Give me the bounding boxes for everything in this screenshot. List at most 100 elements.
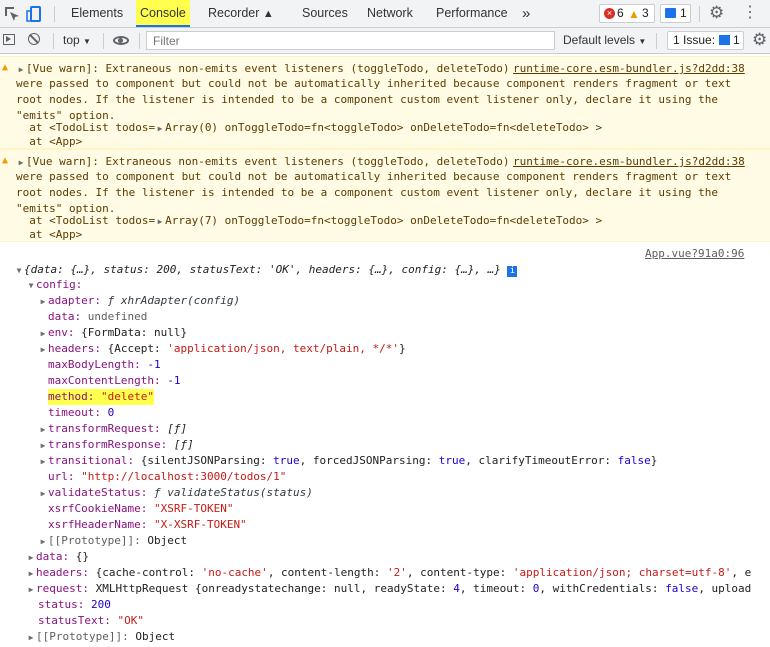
log-levels-dropdown[interactable]: Default levels ▼ xyxy=(563,33,646,47)
more-tabs-button[interactable]: » xyxy=(522,0,530,27)
component-trace-root: at <App> xyxy=(16,135,83,148)
expand-triangle-icon[interactable]: ▶ xyxy=(155,121,165,137)
dropdown-arrow-icon: ▼ xyxy=(638,37,647,46)
property-xsrfcookiename: xsrfCookieName: "XSRF-TOKEN" xyxy=(48,501,233,517)
console-settings-gear-icon[interactable]: ⚙ xyxy=(752,30,767,50)
toolbar-divider xyxy=(53,33,54,49)
property-response-data[interactable]: ▶ data: {} xyxy=(26,549,89,566)
property-validatestatus[interactable]: ▶ validateStatus: ƒ validateStatus(status… xyxy=(38,485,313,502)
expand-triangle-icon[interactable]: ▶ xyxy=(38,486,48,502)
expand-triangle-icon[interactable]: ▶ xyxy=(155,214,165,230)
property-response-headers[interactable]: ▶ headers: {cache-control: 'no-cache', co… xyxy=(26,565,752,582)
expand-triangle-icon[interactable]: ▶ xyxy=(38,534,48,550)
property-maxcontentlength: maxContentLength: -1 xyxy=(48,373,180,389)
tab-network[interactable]: Network xyxy=(367,0,413,27)
property-headers[interactable]: ▶ headers: {Accept: 'application/json, te… xyxy=(38,341,406,358)
info-icon[interactable]: i xyxy=(507,266,518,277)
tab-elements[interactable]: Elements xyxy=(71,0,123,27)
warning-icon: ▲ xyxy=(2,155,9,166)
property-adapter[interactable]: ▶ adapter: ƒ xhrAdapter(config) xyxy=(38,293,240,310)
property-config[interactable]: ▼ config: xyxy=(26,277,83,294)
source-link[interactable]: runtime-core.esm-bundler.js?d2dd:38 xyxy=(513,61,745,76)
property-key: statusText: xyxy=(38,614,111,627)
warning-count: 3 xyxy=(642,6,649,20)
expand-triangle-icon[interactable]: ▶ xyxy=(26,550,36,566)
expand-triangle-icon[interactable]: ▶ xyxy=(38,438,48,454)
property-value: ƒ xhrAdapter(config) xyxy=(107,294,241,307)
toolbar-divider-4 xyxy=(656,33,657,49)
property-request[interactable]: ▶ request: XMLHttpRequest {onreadystatech… xyxy=(26,581,752,598)
tab-recorder[interactable]: Recorder ▲ xyxy=(208,0,274,27)
console-warning: ▲ ▶ [Vue warn]: Extraneous non-emits even… xyxy=(0,56,770,149)
property-value: , timeout: xyxy=(459,582,533,595)
tab-console[interactable]: Console xyxy=(136,0,190,27)
property-transitional[interactable]: ▶ transitional: {silentJSONParsing: true,… xyxy=(38,453,658,470)
trace-array[interactable]: Array(0) xyxy=(165,121,218,134)
property-value-number: 4 xyxy=(453,582,460,595)
tab-performance[interactable]: Performance xyxy=(436,0,508,27)
message-icon xyxy=(665,8,676,18)
more-options-icon[interactable]: ⋮ xyxy=(742,4,758,22)
expand-triangle-icon[interactable]: ▶ xyxy=(26,566,36,582)
messages-counter[interactable]: 1 xyxy=(660,4,691,23)
property-value: {silentJSONParsing: xyxy=(140,454,274,467)
expand-triangle-icon[interactable]: ▶ xyxy=(38,342,48,358)
property-value: {cache-control: xyxy=(95,566,202,579)
log-source-link[interactable]: App.vue?91a0:96 xyxy=(645,246,744,262)
warning-text: [Vue warn]: Extraneous non-emits event l… xyxy=(26,155,510,168)
inspect-element-icon[interactable] xyxy=(3,5,21,23)
property-value: 0 xyxy=(107,406,115,419)
property-key: status: xyxy=(38,598,85,611)
component-trace: at <TodoList todos= ▶ Array(7) onToggleTod… xyxy=(16,213,602,230)
expand-triangle-icon[interactable]: ▶ xyxy=(16,155,26,170)
property-maxbodylength: maxBodyLength: -1 xyxy=(48,357,161,373)
trace-array[interactable]: Array(7) xyxy=(165,214,218,227)
property-prototype[interactable]: ▶ [[Prototype]]: Object xyxy=(38,533,188,550)
property-env[interactable]: ▶ env: {FormData: null} xyxy=(38,325,188,342)
clear-console-icon[interactable] xyxy=(28,33,40,45)
expand-triangle-icon[interactable]: ▶ xyxy=(16,62,26,77)
expand-triangle-icon[interactable]: ▶ xyxy=(26,582,36,598)
property-timeout: timeout: 0 xyxy=(48,405,114,421)
property-value: [ƒ] xyxy=(173,438,194,451)
error-count: 6 xyxy=(617,6,624,20)
expand-triangle-icon[interactable]: ▶ xyxy=(38,422,48,438)
property-value: [ƒ] xyxy=(167,422,188,435)
property-value: "XSRF-TOKEN" xyxy=(153,502,234,515)
property-key: adapter: xyxy=(48,294,101,307)
settings-gear-icon[interactable]: ⚙ xyxy=(709,3,724,23)
tab-recorder-label: Recorder xyxy=(208,6,260,20)
property-value: "delete" xyxy=(100,390,154,403)
property-key: maxContentLength: xyxy=(48,374,161,387)
warning-body: were passed to component but could not b… xyxy=(16,77,732,122)
property-value: {} xyxy=(75,550,89,563)
property-value: Object xyxy=(135,630,176,643)
property-value: XMLHttpRequest {onreadystatechange: null… xyxy=(95,582,454,595)
property-response-prototype[interactable]: ▶ [[Prototype]]: Object xyxy=(26,629,176,646)
expand-triangle-icon[interactable]: ▶ xyxy=(38,454,48,470)
warning-body: were passed to component but could not b… xyxy=(16,170,732,215)
property-value: {Accept: xyxy=(107,342,168,355)
device-toolbar-icon[interactable] xyxy=(25,5,43,23)
expand-triangle-icon[interactable]: ▶ xyxy=(26,630,36,646)
property-transformrequest[interactable]: ▶ transformRequest: [ƒ] xyxy=(38,421,188,438)
property-transformresponse[interactable]: ▶ transformResponse: [ƒ] xyxy=(38,437,194,454)
property-value-end: } xyxy=(650,454,658,467)
dropdown-arrow-icon: ▼ xyxy=(83,37,91,46)
object-summary[interactable]: ▼ {data: {…}, status: 200, statusText: 'O… xyxy=(14,262,518,279)
live-expression-eye-icon[interactable] xyxy=(113,36,129,45)
tab-sources[interactable]: Sources xyxy=(302,0,348,27)
expand-triangle-icon[interactable]: ▶ xyxy=(38,294,48,310)
issues-button[interactable]: 1 Issue: 1 xyxy=(667,31,744,50)
source-link[interactable]: runtime-core.esm-bundler.js?d2dd:38 xyxy=(513,154,745,169)
expand-triangle-icon[interactable]: ▶ xyxy=(38,326,48,342)
filter-input[interactable] xyxy=(146,31,555,50)
collapse-triangle-icon[interactable]: ▼ xyxy=(26,278,36,294)
property-value: , content-type: xyxy=(406,566,513,579)
context-selector[interactable]: top ▼ xyxy=(63,33,91,47)
collapse-triangle-icon[interactable]: ▼ xyxy=(14,263,24,279)
tabbar-divider xyxy=(54,6,55,22)
sidebar-toggle-icon[interactable] xyxy=(3,34,15,45)
error-warning-counter[interactable]: × 6 ▲ 3 xyxy=(599,4,655,23)
property-key: config: xyxy=(36,278,83,291)
